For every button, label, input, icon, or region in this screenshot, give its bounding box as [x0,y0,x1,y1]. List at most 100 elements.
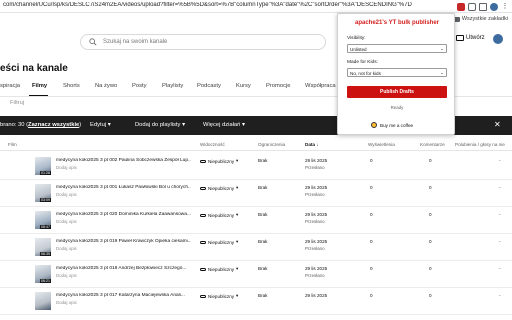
link-icon [200,294,206,298]
add-to-playlist-label: Dodaj do playlisty [135,122,181,128]
selection-count: brano: 30 (Zaznacz wszystkie) [0,122,81,128]
tab-inspiration[interactable]: spiracja [0,83,20,89]
video-title[interactable]: medycyna koło2025 3 pt 018 Andrzej Bezpł… [56,266,191,271]
visibility-cell[interactable]: Niepubliczny ▾ [200,239,238,245]
video-description: Dodaj opis [56,273,77,278]
table-row[interactable]: 06:21 medycyna koło2025 3 pt 018 Andrzej … [0,261,512,288]
visibility-value: Niepubliczny [208,212,235,218]
video-thumbnail[interactable]: 01:28 [35,157,51,175]
tab-podcasts[interactable]: Podcasty [197,83,221,89]
upload-status: Przesłano [305,165,325,170]
chevron-down-icon: ▾ [236,158,239,163]
chevron-down-icon: ▾ [242,122,245,128]
restrictions-cell: Brak [258,212,268,217]
table-row[interactable]: 06:35 medycyna koło2025 3 pt 019 Paweł Kr… [0,234,512,261]
yt-publisher-extension-icon[interactable] [457,2,465,11]
restrictions-cell: Brak [258,239,268,244]
tab-promotions[interactable]: Promocje [266,83,290,89]
close-icon[interactable]: ✕ [494,120,501,129]
coffee-label: Buy me a coffee [380,122,414,128]
views-cell: 0 [370,266,373,271]
thumbnail-image [35,292,51,310]
video-title[interactable]: medycyna koło2025 3 pt 002 Paulina Sobcz… [56,158,191,163]
video-description: Dodaj opis [56,165,77,170]
url-text[interactable]: com/channel/UCu/Isp/ks/DESLC7iS24m2EA/vi… [3,2,443,8]
visibility-cell[interactable]: Niepubliczny ▾ [200,158,238,164]
filter-input[interactable]: Filtruj [10,100,24,106]
comments-cell: 0 [429,293,432,298]
likes-cell: - [499,293,501,298]
selection-count-close: ) [79,122,82,128]
more-actions-dropdown[interactable]: Więcej działań ▾ [203,122,245,128]
duration-badge: 08:47 [40,225,51,229]
edit-dropdown[interactable]: Edytuj ▾ [90,122,111,128]
upload-status: Przesłano [305,246,325,251]
more-menu-icon[interactable]: ⋮ [501,3,509,11]
video-description: Dodaj opis [56,246,77,251]
visibility-cell[interactable]: Niepubliczny ▾ [200,212,238,218]
restrictions-cell: Brak [258,158,268,163]
table-row[interactable]: 08:47 medycyna koło2025 3 pt 020 Dominika… [0,207,512,234]
add-to-playlist-dropdown[interactable]: Dodaj do playlisty ▾ [135,122,185,128]
video-thumbnail[interactable]: 06:35 [35,238,51,256]
likes-cell: - [499,266,501,271]
header-comments: Komentarze [420,142,445,147]
buy-me-a-coffee-link[interactable]: Buy me a coffee [371,122,413,128]
tab-live[interactable]: Na żywo [95,83,117,89]
header-date-sort[interactable]: Data ↓ [305,142,319,147]
publish-drafts-button[interactable]: Publish Drafts [347,86,447,98]
tab-collaboration[interactable]: Współpraca [305,83,336,89]
visibility-select[interactable]: Unlisted ⌄ [347,44,447,53]
visibility-label: Visibility: [347,36,366,41]
link-icon [200,240,206,244]
table-row[interactable]: 01:28 medycyna koło2025 3 pt 002 Paulina … [0,153,512,180]
tab-courses[interactable]: Kursy [236,83,251,89]
video-title[interactable]: medycyna koło2025 3 pt 001 Łukasz Pawłow… [56,185,191,190]
comments-cell: 0 [429,185,432,190]
table-row[interactable]: 03:09 medycyna koło2025 3 pt 001 Łukasz P… [0,180,512,207]
kids-select[interactable]: No, not for kids ⌄ [347,68,447,77]
video-thumbnail[interactable]: 08:47 [35,211,51,229]
views-cell: 0 [370,212,373,217]
chevron-down-icon: ▾ [236,266,239,271]
tab-posts[interactable]: Posty [132,83,147,89]
search-placeholder: Szukaj na swoim kanale [103,38,168,45]
video-title[interactable]: medycyna koło2025 3 pt 017 Katarzyna Mac… [56,293,191,298]
header-date-label: Data [305,142,315,147]
video-title[interactable]: medycyna koło2025 3 pt 020 Dominika Kurk… [56,212,191,217]
video-thumbnail[interactable] [35,292,51,310]
visibility-cell[interactable]: Niepubliczny ▾ [200,266,238,272]
page-title: eści na kanale [0,63,68,74]
duration-badge: 03:09 [40,198,51,202]
video-thumbnail[interactable]: 06:21 [35,265,51,283]
all-bookmarks-folder[interactable]: Wszystkie zakładki [453,16,508,22]
video-title[interactable]: medycyna koło2025 3 pt 019 Paweł Krawczy… [56,239,191,244]
address-bar[interactable]: com/channel/UCu/Isp/ks/DESLC7iS24m2EA/vi… [0,0,512,13]
date-cell: 29 lis 2025 [305,293,328,298]
upload-status: Przesłano [305,219,325,224]
video-thumbnail[interactable]: 03:09 [35,184,51,202]
create-button[interactable]: Utwórz [456,35,485,41]
profile-avatar-icon[interactable] [490,2,498,11]
restrictions-cell: Brak [258,293,268,298]
date-cell: 29 lis 2025 [305,212,328,217]
extensions-puzzle-icon[interactable] [468,2,476,11]
select-all-link[interactable]: Zaznacz wszystkie [28,122,79,128]
more-actions-label: Więcej działań [203,122,241,128]
link-icon [200,186,206,190]
likes-cell: - [499,185,501,190]
tab-shorts[interactable]: Shorts [63,83,80,89]
tab-videos[interactable]: Filmy [32,83,47,89]
channel-search-input[interactable]: Szukaj na swoim kanale [80,34,326,50]
chevron-down-icon: ▾ [236,185,239,190]
date-cell: 29 lis 2025 [305,185,328,190]
channel-avatar[interactable] [493,34,503,44]
table-row[interactable]: medycyna koło2025 3 pt 017 Katarzyna Mac… [0,288,512,315]
header-video: Film [8,142,17,147]
visibility-cell[interactable]: Niepubliczny ▾ [200,293,238,299]
duration-badge: 06:35 [40,252,51,256]
visibility-value: Niepubliczny [208,158,235,164]
tab-playlists[interactable]: Playlisty [162,83,183,89]
visibility-cell[interactable]: Niepubliczny ▾ [200,185,238,191]
sidepanel-icon[interactable] [479,2,487,11]
